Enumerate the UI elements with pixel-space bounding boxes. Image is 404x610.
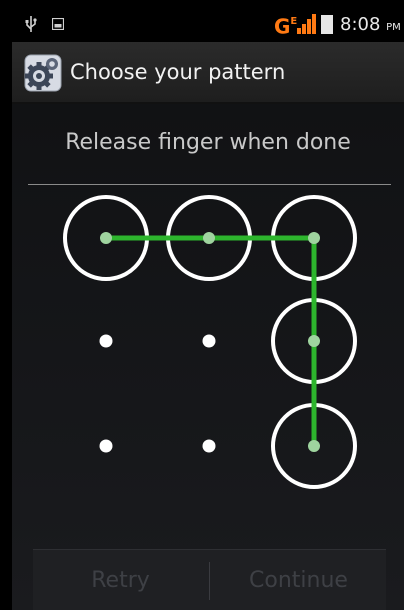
signal-strength-icon bbox=[297, 14, 316, 34]
settings-gear-icon[interactable] bbox=[24, 54, 62, 92]
network-type-indicator: GE bbox=[274, 14, 298, 39]
pattern-dot-6[interactable] bbox=[308, 335, 320, 347]
pattern-dot-9[interactable] bbox=[308, 440, 320, 452]
pattern-pad[interactable] bbox=[12, 104, 404, 610]
battery-icon bbox=[321, 15, 333, 34]
pattern-dot-7[interactable] bbox=[99, 439, 113, 453]
status-bar: GE 8:08 PM bbox=[12, 8, 404, 42]
button-bar: Retry Continue bbox=[33, 549, 386, 610]
phone-screen: GE 8:08 PM Choose your pattern Release f… bbox=[12, 8, 404, 610]
pattern-dot-4[interactable] bbox=[99, 334, 113, 348]
pattern-dot-1[interactable] bbox=[100, 232, 112, 244]
pattern-dot-2[interactable] bbox=[203, 232, 215, 244]
pattern-dot-5[interactable] bbox=[202, 334, 216, 348]
continue-button[interactable]: Continue bbox=[211, 550, 386, 610]
image-notification-icon bbox=[52, 18, 64, 30]
pattern-content: Release finger when done Retry Continue bbox=[12, 104, 404, 610]
retry-button[interactable]: Retry bbox=[33, 550, 208, 610]
pattern-dot-8[interactable] bbox=[202, 439, 216, 453]
pattern-dot-3[interactable] bbox=[308, 232, 320, 244]
usb-icon bbox=[25, 16, 37, 32]
button-separator bbox=[209, 562, 210, 600]
status-time: 8:08 PM bbox=[340, 14, 401, 35]
action-bar: Choose your pattern bbox=[12, 42, 404, 104]
page-title: Choose your pattern bbox=[70, 60, 286, 84]
